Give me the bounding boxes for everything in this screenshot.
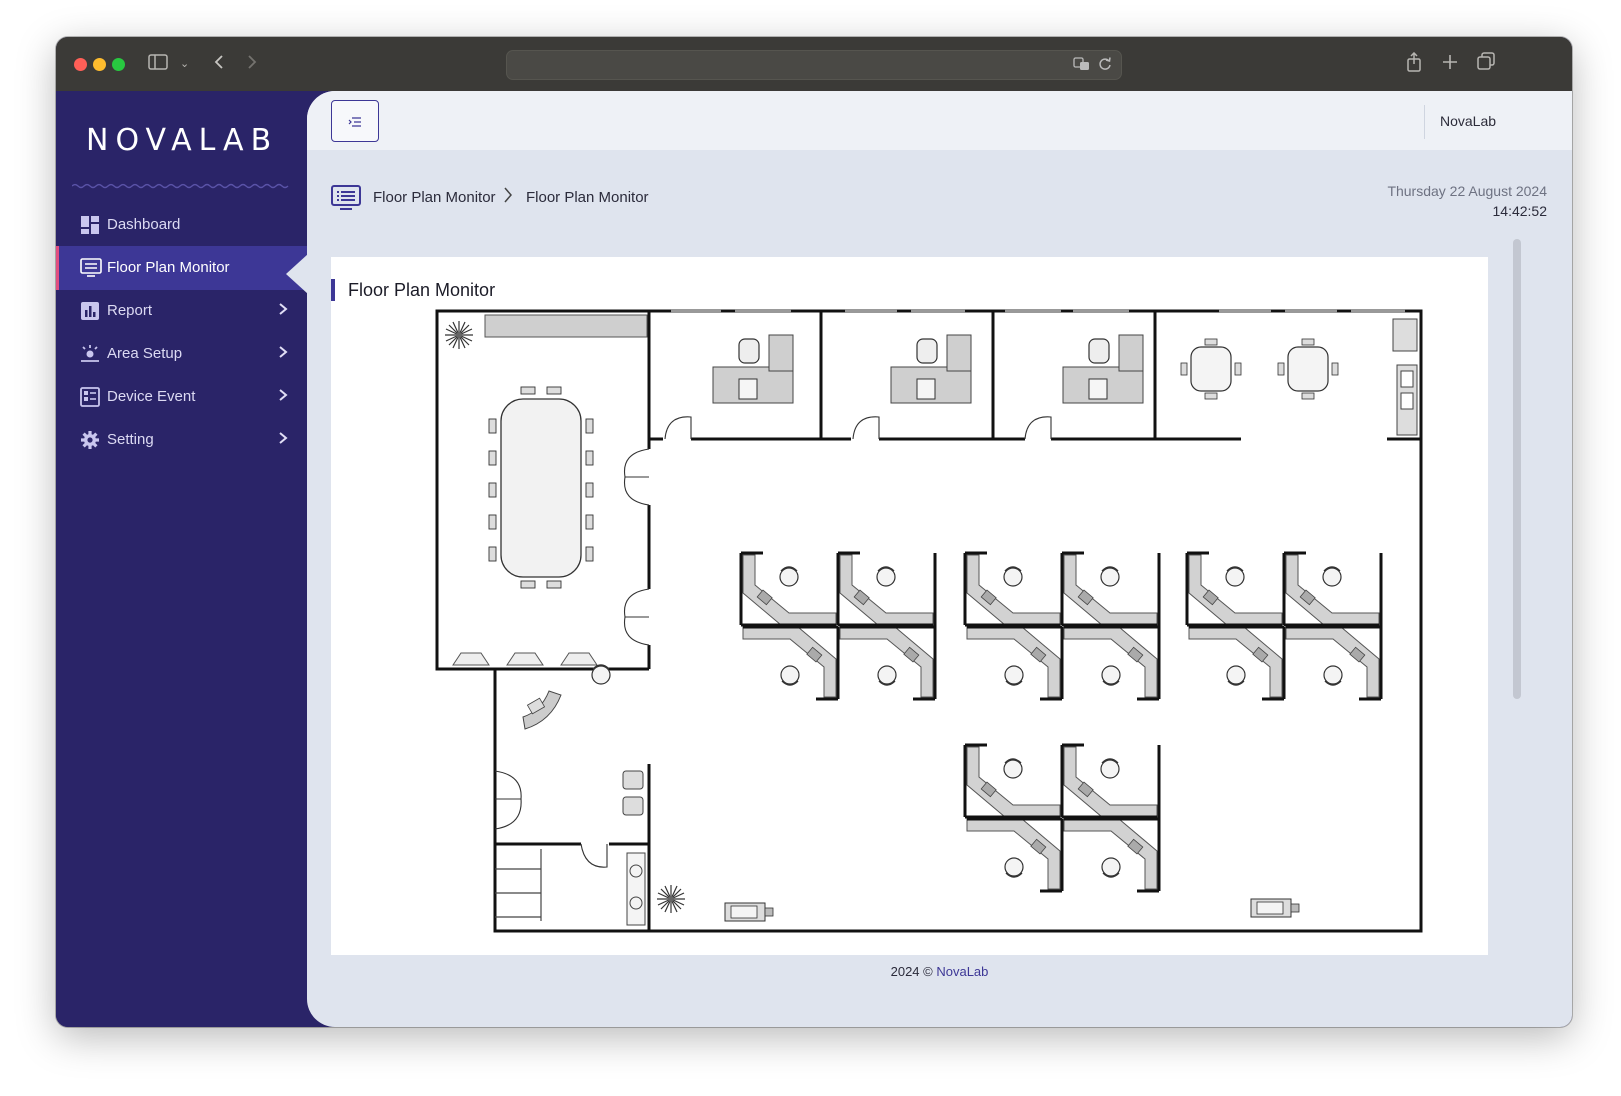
address-bar[interactable]: [506, 50, 1122, 80]
reload-icon[interactable]: [1097, 56, 1113, 77]
page-scrollbar[interactable]: [1513, 239, 1521, 699]
menu-toggle-button[interactable]: [331, 100, 379, 142]
logo: NOVALAB: [86, 123, 279, 158]
sidebar-item-label: Device Event: [107, 388, 196, 405]
forward-arrow-icon[interactable]: [246, 52, 258, 76]
sidebar-item-label: Report: [107, 302, 153, 319]
main-content: NovaLab Floor Plan Monitor Floor Plan Mo…: [307, 91, 1572, 1027]
floor-plan-card: Floor Plan Monitor: [331, 257, 1488, 955]
sidebar: NOVALAB Dashboard Floor Plan Monitor Rep…: [56, 91, 310, 1027]
sidebar-item-label: Setting: [107, 431, 154, 448]
breadcrumb-item[interactable]: Floor Plan Monitor: [373, 189, 496, 206]
footer: 2024 © NovaLab: [307, 964, 1572, 979]
user-menu[interactable]: NovaLab: [1440, 113, 1496, 129]
chevron-right-icon: [503, 185, 513, 210]
gear-icon: [80, 430, 100, 450]
sidebar-item-report[interactable]: Report: [56, 289, 307, 333]
current-time: 14:42:52: [1492, 203, 1548, 219]
chevron-right-icon: [278, 301, 288, 322]
monitor-icon: [331, 185, 361, 216]
chevron-right-icon: [278, 387, 288, 408]
share-icon[interactable]: [1406, 51, 1422, 78]
sidebar-item-label: Area Setup: [107, 345, 183, 362]
breadcrumb-current: Floor Plan Monitor: [526, 189, 649, 206]
current-date: Thursday 22 August 2024: [1387, 183, 1547, 199]
browser-toolbar: ⌄: [56, 37, 1572, 91]
report-icon: [80, 301, 100, 321]
sidebar-item-label: Floor Plan Monitor: [107, 259, 230, 276]
tabs-overview-icon[interactable]: [1477, 52, 1495, 76]
sidebar-item-dashboard[interactable]: Dashboard: [56, 203, 307, 247]
monitor-icon: [80, 258, 102, 278]
maximize-window-button[interactable]: [112, 58, 125, 71]
top-bar: NovaLab: [307, 91, 1572, 150]
minimize-window-button[interactable]: [93, 58, 106, 71]
browser-window: ⌄ NOVALAB Dashboard Floor Plan Monitor R…: [56, 37, 1572, 1027]
sidebar-item-label: Dashboard: [107, 216, 181, 233]
decorative-divider: [72, 183, 289, 189]
close-window-button[interactable]: [74, 58, 87, 71]
sidebar-item-setting[interactable]: Setting: [56, 418, 307, 462]
floor-plan-diagram[interactable]: [431, 309, 1431, 949]
new-tab-icon[interactable]: [1442, 52, 1458, 76]
sidebar-item-floor-plan-monitor[interactable]: Floor Plan Monitor: [56, 246, 310, 290]
footer-brand-link[interactable]: NovaLab: [936, 964, 988, 979]
translate-icon[interactable]: [1073, 56, 1091, 77]
copyright-text: 2024 ©: [890, 964, 937, 979]
chevron-right-icon: [278, 430, 288, 451]
menu-collapse-icon: [348, 117, 361, 127]
card-title: Floor Plan Monitor: [331, 279, 495, 301]
sidebar-item-area-setup[interactable]: Area Setup: [56, 332, 307, 376]
back-arrow-icon[interactable]: [213, 52, 225, 76]
divider: [1424, 105, 1425, 139]
device-event-icon: [80, 387, 100, 407]
area-setup-icon: [80, 344, 100, 364]
chevron-down-icon[interactable]: ⌄: [180, 52, 189, 76]
dashboard-icon: [80, 215, 100, 235]
sidebar-item-device-event[interactable]: Device Event: [56, 375, 307, 419]
sidebar-toggle-icon[interactable]: [148, 52, 168, 76]
active-item-notch: [286, 254, 308, 294]
chevron-right-icon: [278, 344, 288, 365]
